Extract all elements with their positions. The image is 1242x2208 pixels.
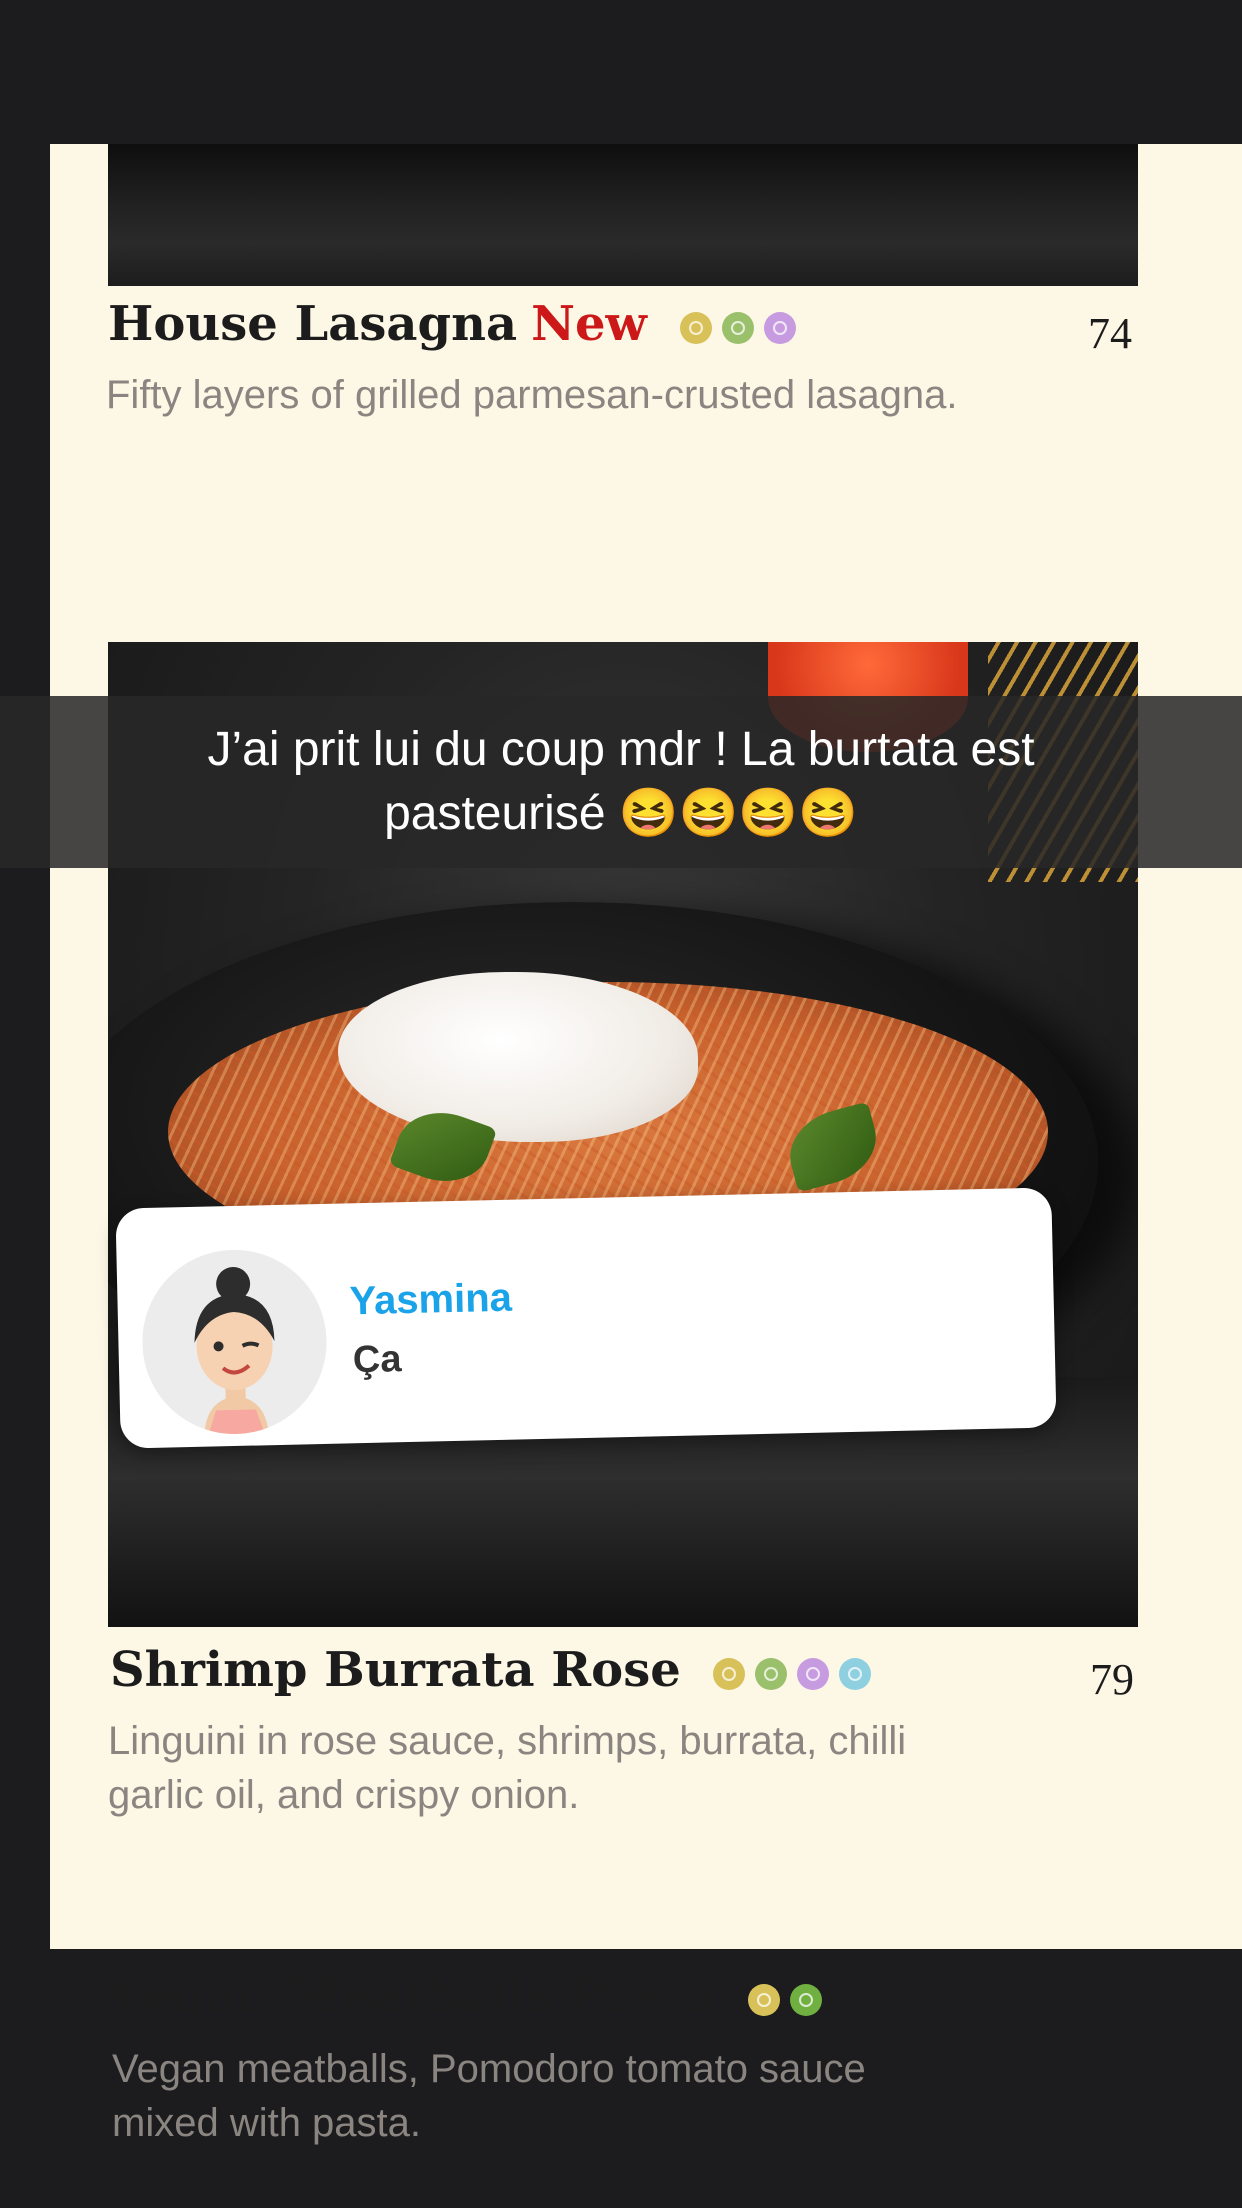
dish-description-vegan-meatballs: Vegan meatballs, Pomodoro tomato sauce m… — [112, 2047, 866, 2145]
snap-caption-bar: J’ai prit lui du coup mdr ! La burtata e… — [0, 696, 1242, 868]
diet-badges — [748, 1983, 823, 2016]
dairy-icon — [748, 1983, 781, 2016]
dish-title-burrata: Shrimp Burrata Rose — [110, 1642, 872, 1698]
dairy-icon — [679, 311, 712, 344]
diet-badges — [713, 1657, 872, 1690]
dish-price-vegan-meatballs: 59 — [1092, 1981, 1136, 2030]
dish-description-lasagna: Fifty layers of grilled parmesan-crusted… — [106, 373, 958, 417]
reply-sender-name: Yasmina — [349, 1275, 513, 1324]
dish-title-vegan-meatballs: Vegan Meatballs Pasta — [108, 1968, 823, 2024]
new-tag: New — [531, 296, 647, 352]
diet-badges — [679, 311, 796, 344]
reply-card[interactable]: Yasmina Ça — [115, 1187, 1057, 1449]
dish-photo-lasagna — [108, 144, 1138, 286]
seafood-icon — [839, 1657, 872, 1690]
dish-price-burrata: 79 — [1090, 1655, 1134, 1704]
nuts-icon — [755, 1657, 788, 1690]
snap-caption-text: J’ai prit lui du coup mdr ! La burtata e… — [207, 723, 1035, 840]
dish-description-burrata: Linguini in rose sauce, shrimps, burrata… — [108, 1719, 907, 1817]
gluten-icon — [763, 311, 796, 344]
bitmoji-avatar-icon — [140, 1247, 329, 1437]
dish-title-lasagna: House Lasagna New — [108, 296, 796, 352]
dairy-icon — [713, 1657, 746, 1690]
gluten-icon — [797, 1657, 830, 1690]
vegan-leaf-icon — [790, 1983, 823, 2016]
bottom-bar — [0, 2150, 1242, 2208]
avatar — [140, 1247, 329, 1437]
reply-message: Ça — [352, 1338, 402, 1382]
nuts-icon — [721, 311, 754, 344]
dish-price-lasagna: 74 — [1088, 309, 1132, 358]
